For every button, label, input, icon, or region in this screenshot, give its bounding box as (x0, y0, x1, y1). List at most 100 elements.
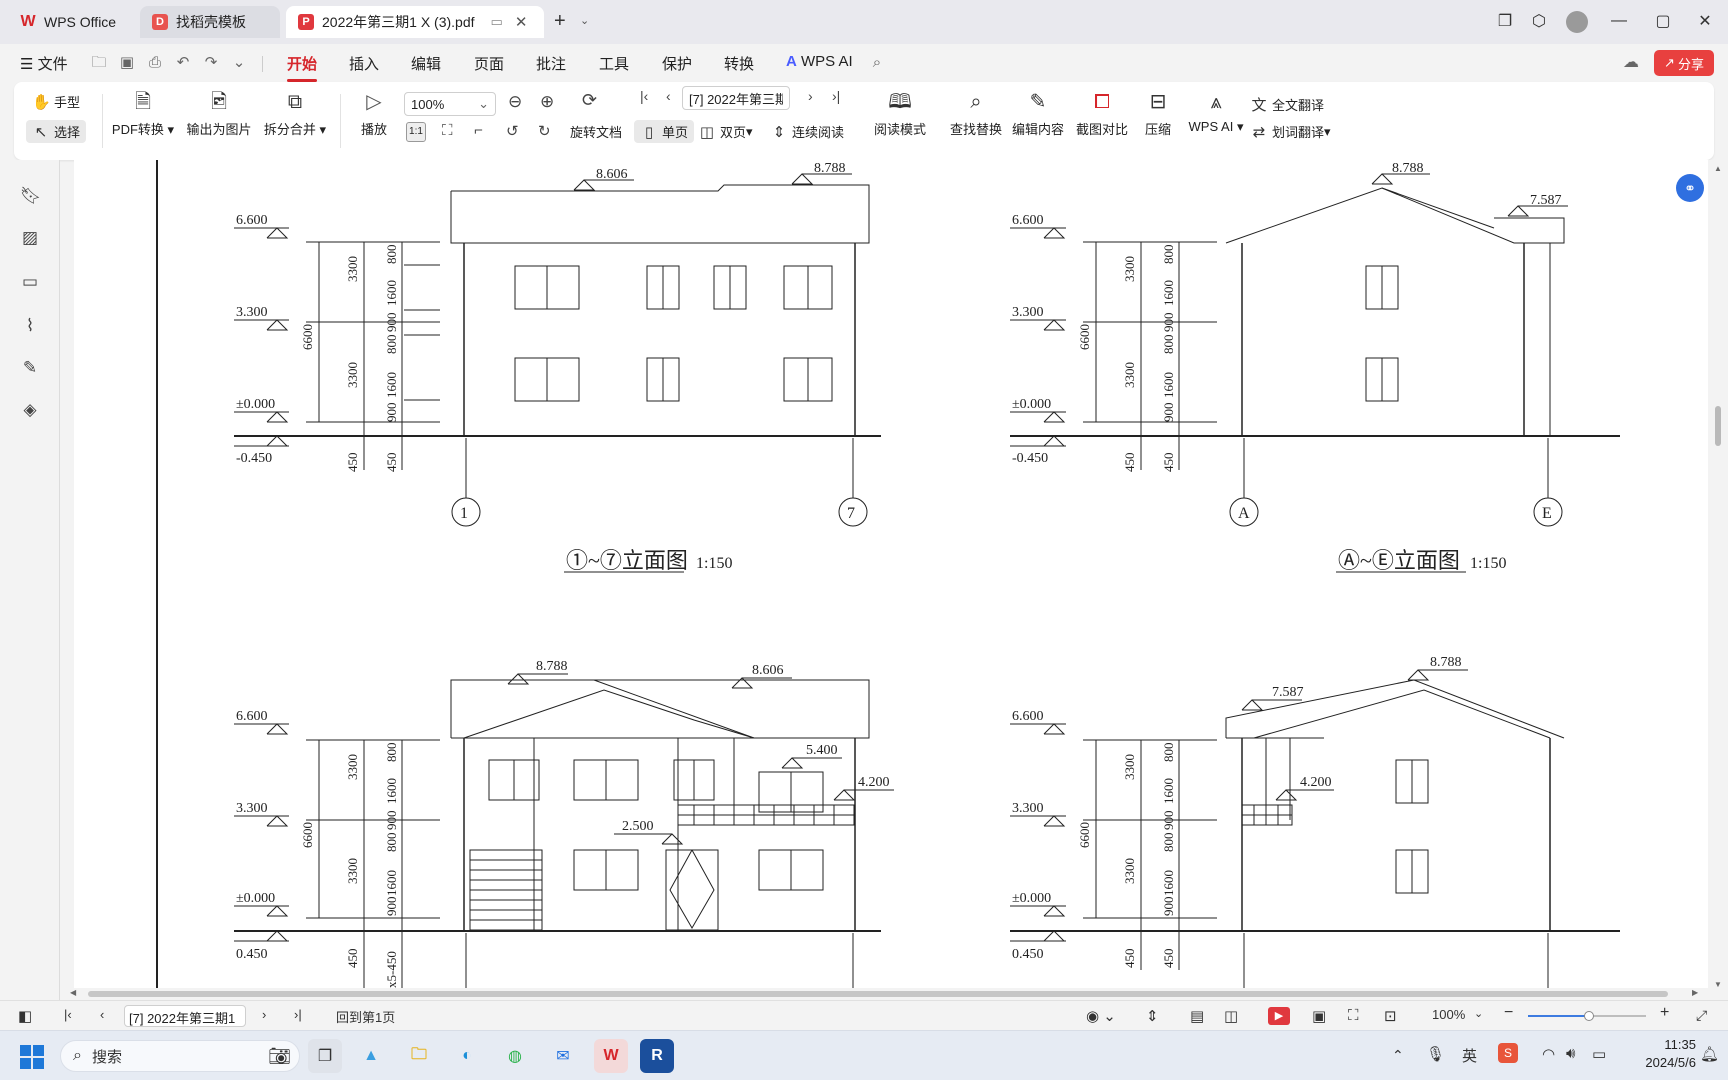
prev-page-icon[interactable]: ‹ (666, 88, 671, 104)
clock-time[interactable]: 11:35 (1626, 1037, 1696, 1052)
scroll-down-icon[interactable]: ▼ (1714, 980, 1722, 989)
file-menu[interactable]: ☰ 文件 (20, 53, 68, 74)
menu-convert[interactable]: 转换 (724, 53, 754, 74)
wps-ai-ribbon-button[interactable]: ⩓ WPS AI ▾ (1182, 90, 1250, 135)
thumbnail-icon[interactable]: ▨ (20, 228, 40, 248)
scroll-right-icon[interactable]: ▶ (1692, 988, 1698, 997)
search-icon[interactable]: ⌕ (868, 54, 886, 72)
rotate-document-button[interactable]: 旋转文档 (570, 122, 622, 141)
revit-app-icon[interactable]: R (640, 1039, 674, 1073)
chevron-down-icon[interactable]: ⌄ (580, 14, 589, 27)
azure-app-icon[interactable]: ▲ (354, 1039, 388, 1073)
zoom-out-icon[interactable]: − (1504, 1004, 1513, 1022)
vertical-scrollbar[interactable]: ▲ ▼ (1708, 160, 1728, 994)
close-window-icon[interactable]: ✕ (1694, 10, 1716, 32)
back-to-first-link[interactable]: 回到第1页 (336, 1007, 395, 1026)
tab-window-icon[interactable]: ▭ (491, 14, 503, 30)
vertical-scroll-thumb[interactable] (1715, 406, 1721, 446)
minimize-icon[interactable]: — (1608, 10, 1630, 32)
play-button[interactable]: ▷ 播放 (358, 90, 390, 138)
edit-content-button[interactable]: ✎ 编辑内容 (1008, 90, 1068, 138)
rotate-doc-icon[interactable]: ⟳ (582, 90, 597, 111)
continuous-view-icon[interactable]: ⇕ (1146, 1007, 1159, 1025)
zoom-select[interactable]: 100% ⌄ (404, 92, 496, 116)
maximize-icon[interactable]: ▢ (1652, 10, 1674, 32)
chevron-down-icon[interactable]: ⌄ (230, 54, 248, 72)
split-merge-button[interactable]: ⧉ 拆分合并 ▾ (260, 90, 330, 138)
browser-app-icon[interactable]: ◍ (498, 1039, 532, 1073)
horizontal-scrollbar[interactable]: ◀ ▶ (68, 988, 1708, 1000)
share-button[interactable]: ↗ 分享 (1654, 50, 1714, 76)
fit-width-icon[interactable]: ⊡ (1384, 1007, 1397, 1025)
tray-chevron-icon[interactable]: ⌃ (1392, 1047, 1404, 1064)
first-page-icon[interactable]: |‹ (640, 88, 648, 104)
rotate-left-icon[interactable]: ↺ (506, 122, 519, 140)
page-number-input[interactable]: [7] 2022年第三期1 (682, 86, 790, 110)
tab-wps-office[interactable]: W WPS Office (8, 6, 134, 38)
print-icon[interactable]: ⎙ (146, 54, 164, 72)
zoom-out-icon[interactable]: ⊖ (508, 92, 522, 112)
comment-icon[interactable]: ▭ (20, 272, 40, 292)
status-page-input[interactable]: [7] 2022年第三期1 (124, 1005, 246, 1027)
select-tool-button[interactable]: ↖ 选择 (26, 120, 87, 143)
single-view-icon[interactable]: ▤ (1190, 1007, 1204, 1025)
redo-icon[interactable]: ↷ (202, 54, 220, 72)
next-page-icon[interactable]: › (262, 1007, 266, 1022)
menu-wps-ai[interactable]: A WPS AI (786, 53, 853, 70)
fit-page-icon[interactable]: ⛶ (1348, 1007, 1359, 1024)
continuous-read-button[interactable]: ⇕ 连续阅读 (770, 122, 844, 141)
file-explorer-icon[interactable]: 🗀 (402, 1039, 436, 1073)
fit-width-icon[interactable]: ⌐ (474, 122, 483, 139)
eye-icon[interactable]: ◉ ⌄ (1086, 1007, 1116, 1025)
last-page-icon[interactable]: ›| (832, 88, 840, 104)
double-view-icon[interactable]: ◫ (1224, 1007, 1238, 1025)
compress-button[interactable]: ⊟ 压缩 (1138, 90, 1178, 138)
scroll-left-icon[interactable]: ◀ (70, 988, 76, 997)
wps-taskbar-icon[interactable]: W (594, 1039, 628, 1073)
save-icon[interactable]: ▣ (118, 54, 136, 72)
attachment-icon[interactable]: ⌇ (20, 316, 40, 336)
single-page-button[interactable]: ▯ 单页 (634, 120, 695, 143)
zoom-slider-thumb[interactable] (1584, 1011, 1594, 1021)
new-tab-button[interactable]: + (554, 10, 566, 33)
cloud-icon[interactable]: ☁ (1622, 54, 1640, 72)
play-slideshow-icon[interactable]: ▶ (1268, 1007, 1290, 1025)
document-view[interactable]: 6.600 3.300 ±0.000 -0.450 8.606 8.788 33… (74, 160, 1708, 988)
double-page-button[interactable]: ◫ 双页 ▾ (698, 122, 753, 141)
zoom-in-icon[interactable]: + (1660, 1004, 1669, 1022)
first-page-icon[interactable]: |‹ (64, 1007, 72, 1022)
rotate-right-icon[interactable]: ↻ (538, 122, 551, 140)
fit-page-icon[interactable]: ⛶ (442, 122, 453, 139)
fullscreen-icon[interactable]: ⤢ (1696, 1007, 1707, 1024)
hand-tool-button[interactable]: ✋ 手型 (32, 92, 80, 111)
notification-bell-icon[interactable]: 🔔︎ (1700, 1045, 1719, 1063)
scroll-up-icon[interactable]: ▲ (1714, 164, 1722, 173)
signature-icon[interactable]: ✎ (20, 358, 40, 378)
reading-view-icon[interactable]: ▣ (1312, 1007, 1326, 1025)
edge-browser-icon[interactable]: ◐ (450, 1039, 484, 1073)
word-translate-button[interactable]: ⇄ 划词翻译 ▾ (1250, 122, 1331, 141)
sidebar-toggle-icon[interactable]: ◧ (18, 1007, 32, 1025)
window-list-icon[interactable]: ❐ (1494, 10, 1516, 32)
menu-insert[interactable]: 插入 (349, 53, 379, 74)
avatar[interactable] (1566, 11, 1588, 33)
pdf-convert-button[interactable]: 🗎 PDF转换 ▾ (110, 90, 176, 138)
wifi-icon[interactable]: ◠ (1542, 1045, 1555, 1063)
full-translate-button[interactable]: 文全文翻译 (1250, 94, 1324, 115)
mail-app-icon[interactable]: ✉ (546, 1039, 580, 1073)
export-image-button[interactable]: 🖻 输出为图片 (184, 90, 254, 138)
menu-page[interactable]: 页面 (474, 53, 504, 74)
tab-pdf-document[interactable]: P 2022年第三期1 X (3).pdf ▭ ✕ (286, 6, 544, 38)
volume-icon[interactable]: 🔊︎ (1566, 1045, 1575, 1062)
menu-tools[interactable]: 工具 (599, 53, 629, 74)
actual-size-icon[interactable]: 1:1 (406, 122, 426, 142)
ime-indicator[interactable]: 英 (1462, 1045, 1477, 1066)
windows-start-icon[interactable] (20, 1045, 44, 1069)
layers-icon[interactable]: ◈ (20, 400, 40, 420)
zoom-level[interactable]: 100% (1432, 1007, 1465, 1022)
open-folder-icon[interactable]: 🗀 (90, 54, 108, 72)
menu-annotate[interactable]: 批注 (536, 53, 566, 74)
prev-page-icon[interactable]: ‹ (100, 1007, 104, 1022)
bookmark-icon[interactable]: 🔖︎ (20, 186, 42, 206)
next-page-icon[interactable]: › (808, 88, 813, 104)
